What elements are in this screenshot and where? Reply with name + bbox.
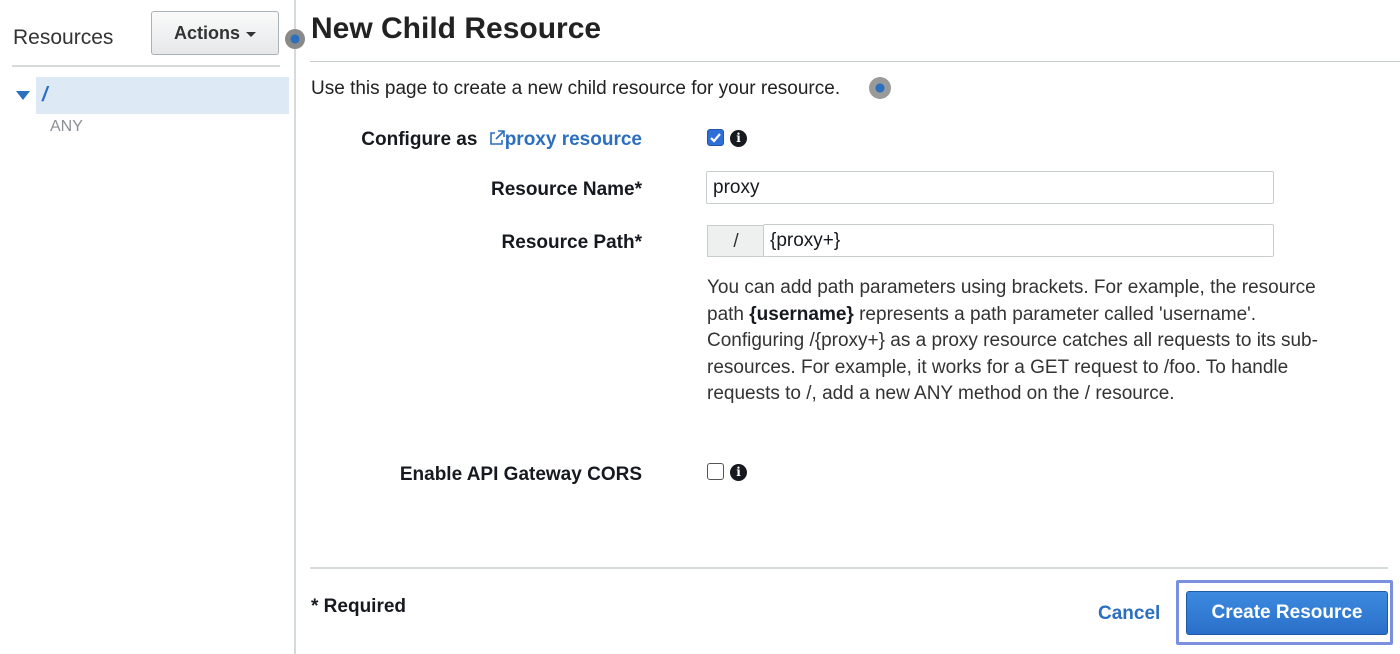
configure-proxy-label: Configure as proxy resource xyxy=(361,129,642,151)
create-resource-button[interactable]: Create Resource xyxy=(1186,591,1388,635)
help-text-bold: {username} xyxy=(749,303,854,325)
configure-as-text: Configure as xyxy=(361,129,478,150)
page-title: New Child Resource xyxy=(311,12,602,45)
external-link-icon[interactable] xyxy=(489,130,505,146)
resource-name-input[interactable] xyxy=(706,171,1274,204)
resources-sidebar: Resources Actions / ANY xyxy=(0,0,296,654)
caret-down-icon xyxy=(246,32,256,37)
enable-cors-checkbox[interactable] xyxy=(707,463,724,480)
enable-cors-label: Enable API Gateway CORS xyxy=(399,464,642,485)
info-icon[interactable]: i xyxy=(730,464,747,481)
cancel-button[interactable]: Cancel xyxy=(1098,603,1160,625)
proxy-resource-link[interactable]: proxy resource xyxy=(505,129,642,150)
resource-path-prefix: / xyxy=(707,225,764,257)
title-divider xyxy=(310,61,1400,62)
tree-item-root-label[interactable]: / xyxy=(42,84,48,107)
resource-path-label: Resource Path* xyxy=(501,232,642,253)
actions-dropdown-button[interactable]: Actions xyxy=(151,11,279,55)
footer-divider xyxy=(310,567,1388,569)
tree-expand-icon[interactable] xyxy=(16,91,30,100)
tree-item-method-any[interactable]: ANY xyxy=(50,118,83,136)
intro-text: Use this page to create a new child reso… xyxy=(311,78,841,99)
sidebar-divider xyxy=(12,65,280,67)
resource-name-label: Resource Name* xyxy=(490,179,642,200)
tree-item-root[interactable] xyxy=(36,77,289,114)
resource-path-input[interactable] xyxy=(763,224,1274,257)
tooltip-dot-icon[interactable] xyxy=(869,77,891,99)
info-icon[interactable]: i xyxy=(730,130,747,147)
actions-label: Actions xyxy=(173,22,240,43)
sidebar-title: Resources xyxy=(13,26,114,49)
required-note: * Required xyxy=(311,596,407,617)
checkbox-checked-icon xyxy=(710,133,721,143)
configure-proxy-checkbox[interactable] xyxy=(707,129,724,146)
sidebar-resize-handle[interactable] xyxy=(285,29,305,49)
resource-path-help: You can add path parameters using bracke… xyxy=(707,275,1357,408)
